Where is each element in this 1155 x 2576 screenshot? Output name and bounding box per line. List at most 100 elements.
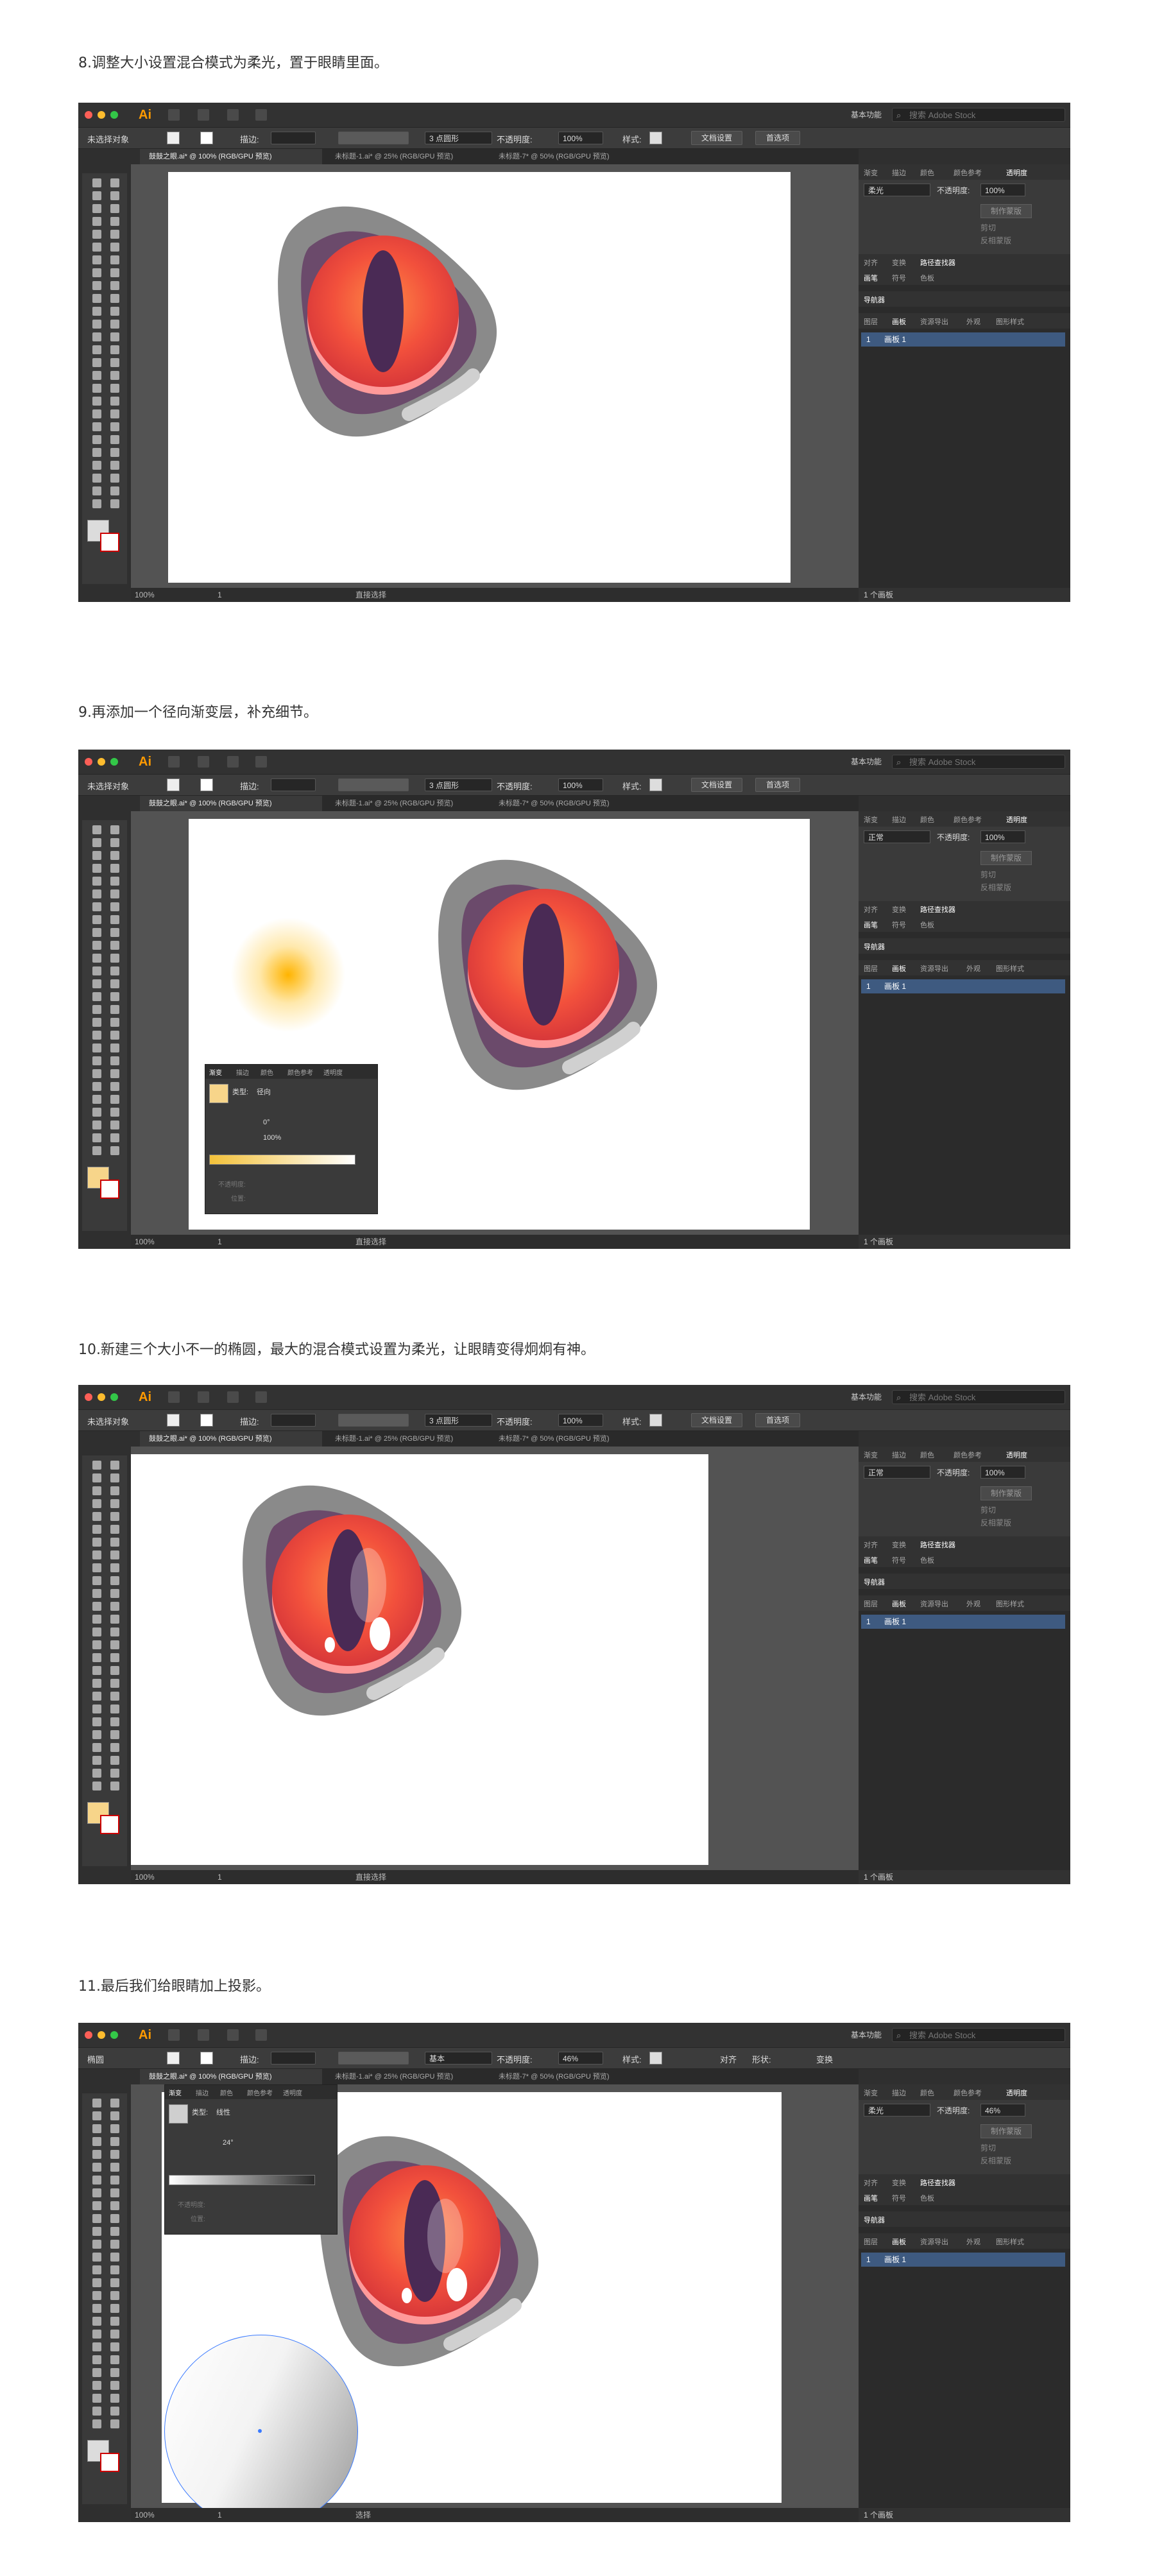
opacity-input[interactable]: 46% xyxy=(558,2052,603,2065)
panel-tab[interactable]: 变换 xyxy=(892,904,906,914)
tool-icon[interactable] xyxy=(110,474,119,483)
panel-tab[interactable]: 色板 xyxy=(920,273,934,283)
tool-icon[interactable] xyxy=(92,1486,101,1495)
preferences-button[interactable]: 首选项 xyxy=(755,131,800,145)
document-tab[interactable]: 未标题-1.ai* @ 25% (RGB/GPU 预览) xyxy=(326,2069,492,2084)
tool-icon[interactable] xyxy=(92,474,101,483)
panel-tab[interactable]: 渐变 xyxy=(864,2088,878,2098)
tool-icon[interactable] xyxy=(92,1692,101,1701)
tool-icon[interactable] xyxy=(110,1769,119,1778)
tool-icon[interactable] xyxy=(110,889,119,898)
tool-icon[interactable] xyxy=(92,864,101,873)
toolbar-icon[interactable] xyxy=(198,756,209,768)
tool-icon[interactable] xyxy=(110,954,119,963)
tool-icon[interactable] xyxy=(92,1602,101,1611)
make-mask-button[interactable]: 制作蒙版 xyxy=(980,1486,1032,1500)
tool-icon[interactable] xyxy=(110,409,119,418)
panel-tab[interactable]: 图层 xyxy=(864,2237,878,2247)
toolbar-icon[interactable] xyxy=(227,756,239,768)
tool-icon[interactable] xyxy=(110,2111,119,2120)
tool-icon[interactable] xyxy=(92,2265,101,2274)
panel-tab[interactable]: 符号 xyxy=(892,2193,906,2203)
panel-tab[interactable]: 导航器 xyxy=(864,941,885,952)
panel-tab[interactable]: 颜色参考 xyxy=(954,2088,982,2098)
tool-icon[interactable] xyxy=(110,397,119,406)
document-tab[interactable]: 鼓鼓之眼.ai* @ 100% (RGB/GPU 预览) xyxy=(140,149,322,164)
panel-tab[interactable]: 透明度 xyxy=(1006,2088,1027,2098)
tool-icon[interactable] xyxy=(92,332,101,341)
tool-icon[interactable] xyxy=(110,2278,119,2287)
document-setup-button[interactable]: 文档设置 xyxy=(691,1413,742,1427)
stroke-weight-input[interactable] xyxy=(271,1414,316,1427)
panel-tab[interactable]: 外观 xyxy=(966,1599,980,1609)
close-button[interactable] xyxy=(85,111,92,119)
variable-width-profile[interactable] xyxy=(338,132,409,144)
tool-icon[interactable] xyxy=(110,1499,119,1508)
tool-icon[interactable] xyxy=(92,954,101,963)
tool-icon[interactable] xyxy=(92,2253,101,2262)
panel-tab[interactable]: 外观 xyxy=(966,2237,980,2247)
panel-tab[interactable]: 描边 xyxy=(892,814,906,825)
tool-icon[interactable] xyxy=(92,1627,101,1636)
brush-definition[interactable]: 3 点圆形 xyxy=(425,778,492,791)
panel-tab[interactable]: 透明度 xyxy=(283,2088,302,2097)
stroke-weight-input[interactable] xyxy=(271,2052,316,2065)
tool-icon[interactable] xyxy=(110,1602,119,1611)
canvas-area[interactable] xyxy=(131,164,859,588)
fill-swatch[interactable] xyxy=(167,132,180,144)
panel-tab[interactable]: 描边 xyxy=(892,2088,906,2098)
tool-icon[interactable] xyxy=(92,461,101,470)
tool-icon[interactable] xyxy=(92,397,101,406)
tool-icon[interactable] xyxy=(92,1069,101,1078)
tool-icon[interactable] xyxy=(110,1486,119,1495)
panel-tab[interactable]: 图形样式 xyxy=(996,316,1024,327)
tool-icon[interactable] xyxy=(110,1043,119,1052)
workspace-switcher[interactable]: 基本功能 xyxy=(851,1391,882,1402)
zoom-level[interactable]: 100% xyxy=(135,1870,155,1884)
fill-swatch[interactable] xyxy=(167,778,180,791)
artboard-list-row[interactable]: 1 画板 1 xyxy=(861,1615,1065,1629)
tool-icon[interactable] xyxy=(110,966,119,975)
tool-icon[interactable] xyxy=(110,928,119,937)
toolbar-icon[interactable] xyxy=(168,1391,180,1403)
panel-tab[interactable]: 图形样式 xyxy=(996,963,1024,974)
tool-icon[interactable] xyxy=(110,2214,119,2223)
tool-icon[interactable] xyxy=(92,191,101,200)
tool-icon[interactable] xyxy=(110,2304,119,2313)
preferences-button[interactable]: 首选项 xyxy=(755,778,800,792)
document-tab[interactable]: 未标题-1.ai* @ 25% (RGB/GPU 预览) xyxy=(326,1431,492,1447)
panel-tab[interactable]: 路径查找器 xyxy=(920,2177,955,2188)
tool-icon[interactable] xyxy=(92,1525,101,1534)
fill-swatch[interactable] xyxy=(167,1414,180,1427)
document-setup-button[interactable]: 文档设置 xyxy=(691,131,742,145)
panel-tab[interactable]: 画笔 xyxy=(864,1555,878,1565)
zoom-level[interactable]: 100% xyxy=(135,2508,155,2522)
artboard-number[interactable]: 1 xyxy=(218,2508,222,2522)
toolbar-icon[interactable] xyxy=(227,1391,239,1403)
tool-icon[interactable] xyxy=(110,1679,119,1688)
tool-icon[interactable] xyxy=(110,1717,119,1726)
workspace-switcher[interactable]: 基本功能 xyxy=(851,109,882,120)
zoom-button[interactable] xyxy=(110,111,118,119)
tool-icon[interactable] xyxy=(110,461,119,470)
tool-icon[interactable] xyxy=(92,1056,101,1065)
tool-icon[interactable] xyxy=(92,2137,101,2146)
tool-icon[interactable] xyxy=(110,1550,119,1559)
tool-icon[interactable] xyxy=(110,358,119,367)
tool-icon[interactable] xyxy=(110,2291,119,2300)
panel-tab[interactable]: 变换 xyxy=(892,2177,906,2188)
tool-icon[interactable] xyxy=(92,2099,101,2108)
panel-tab[interactable]: 颜色参考 xyxy=(954,1450,982,1460)
tool-icon[interactable] xyxy=(92,499,101,508)
workspace-switcher[interactable]: 基本功能 xyxy=(851,756,882,767)
tool-icon[interactable] xyxy=(110,1756,119,1765)
panel-tab[interactable]: 对齐 xyxy=(864,904,878,914)
stroke-color-swatch[interactable] xyxy=(100,2453,119,2472)
artboard-number[interactable]: 1 xyxy=(218,588,222,602)
tool-icon[interactable] xyxy=(110,1576,119,1585)
tool-icon[interactable] xyxy=(110,2368,119,2377)
workspace-switcher[interactable]: 基本功能 xyxy=(851,2029,882,2040)
tool-icon[interactable] xyxy=(92,2176,101,2185)
panel-tab[interactable]: 导航器 xyxy=(864,295,885,305)
tool-icon[interactable] xyxy=(110,2227,119,2236)
